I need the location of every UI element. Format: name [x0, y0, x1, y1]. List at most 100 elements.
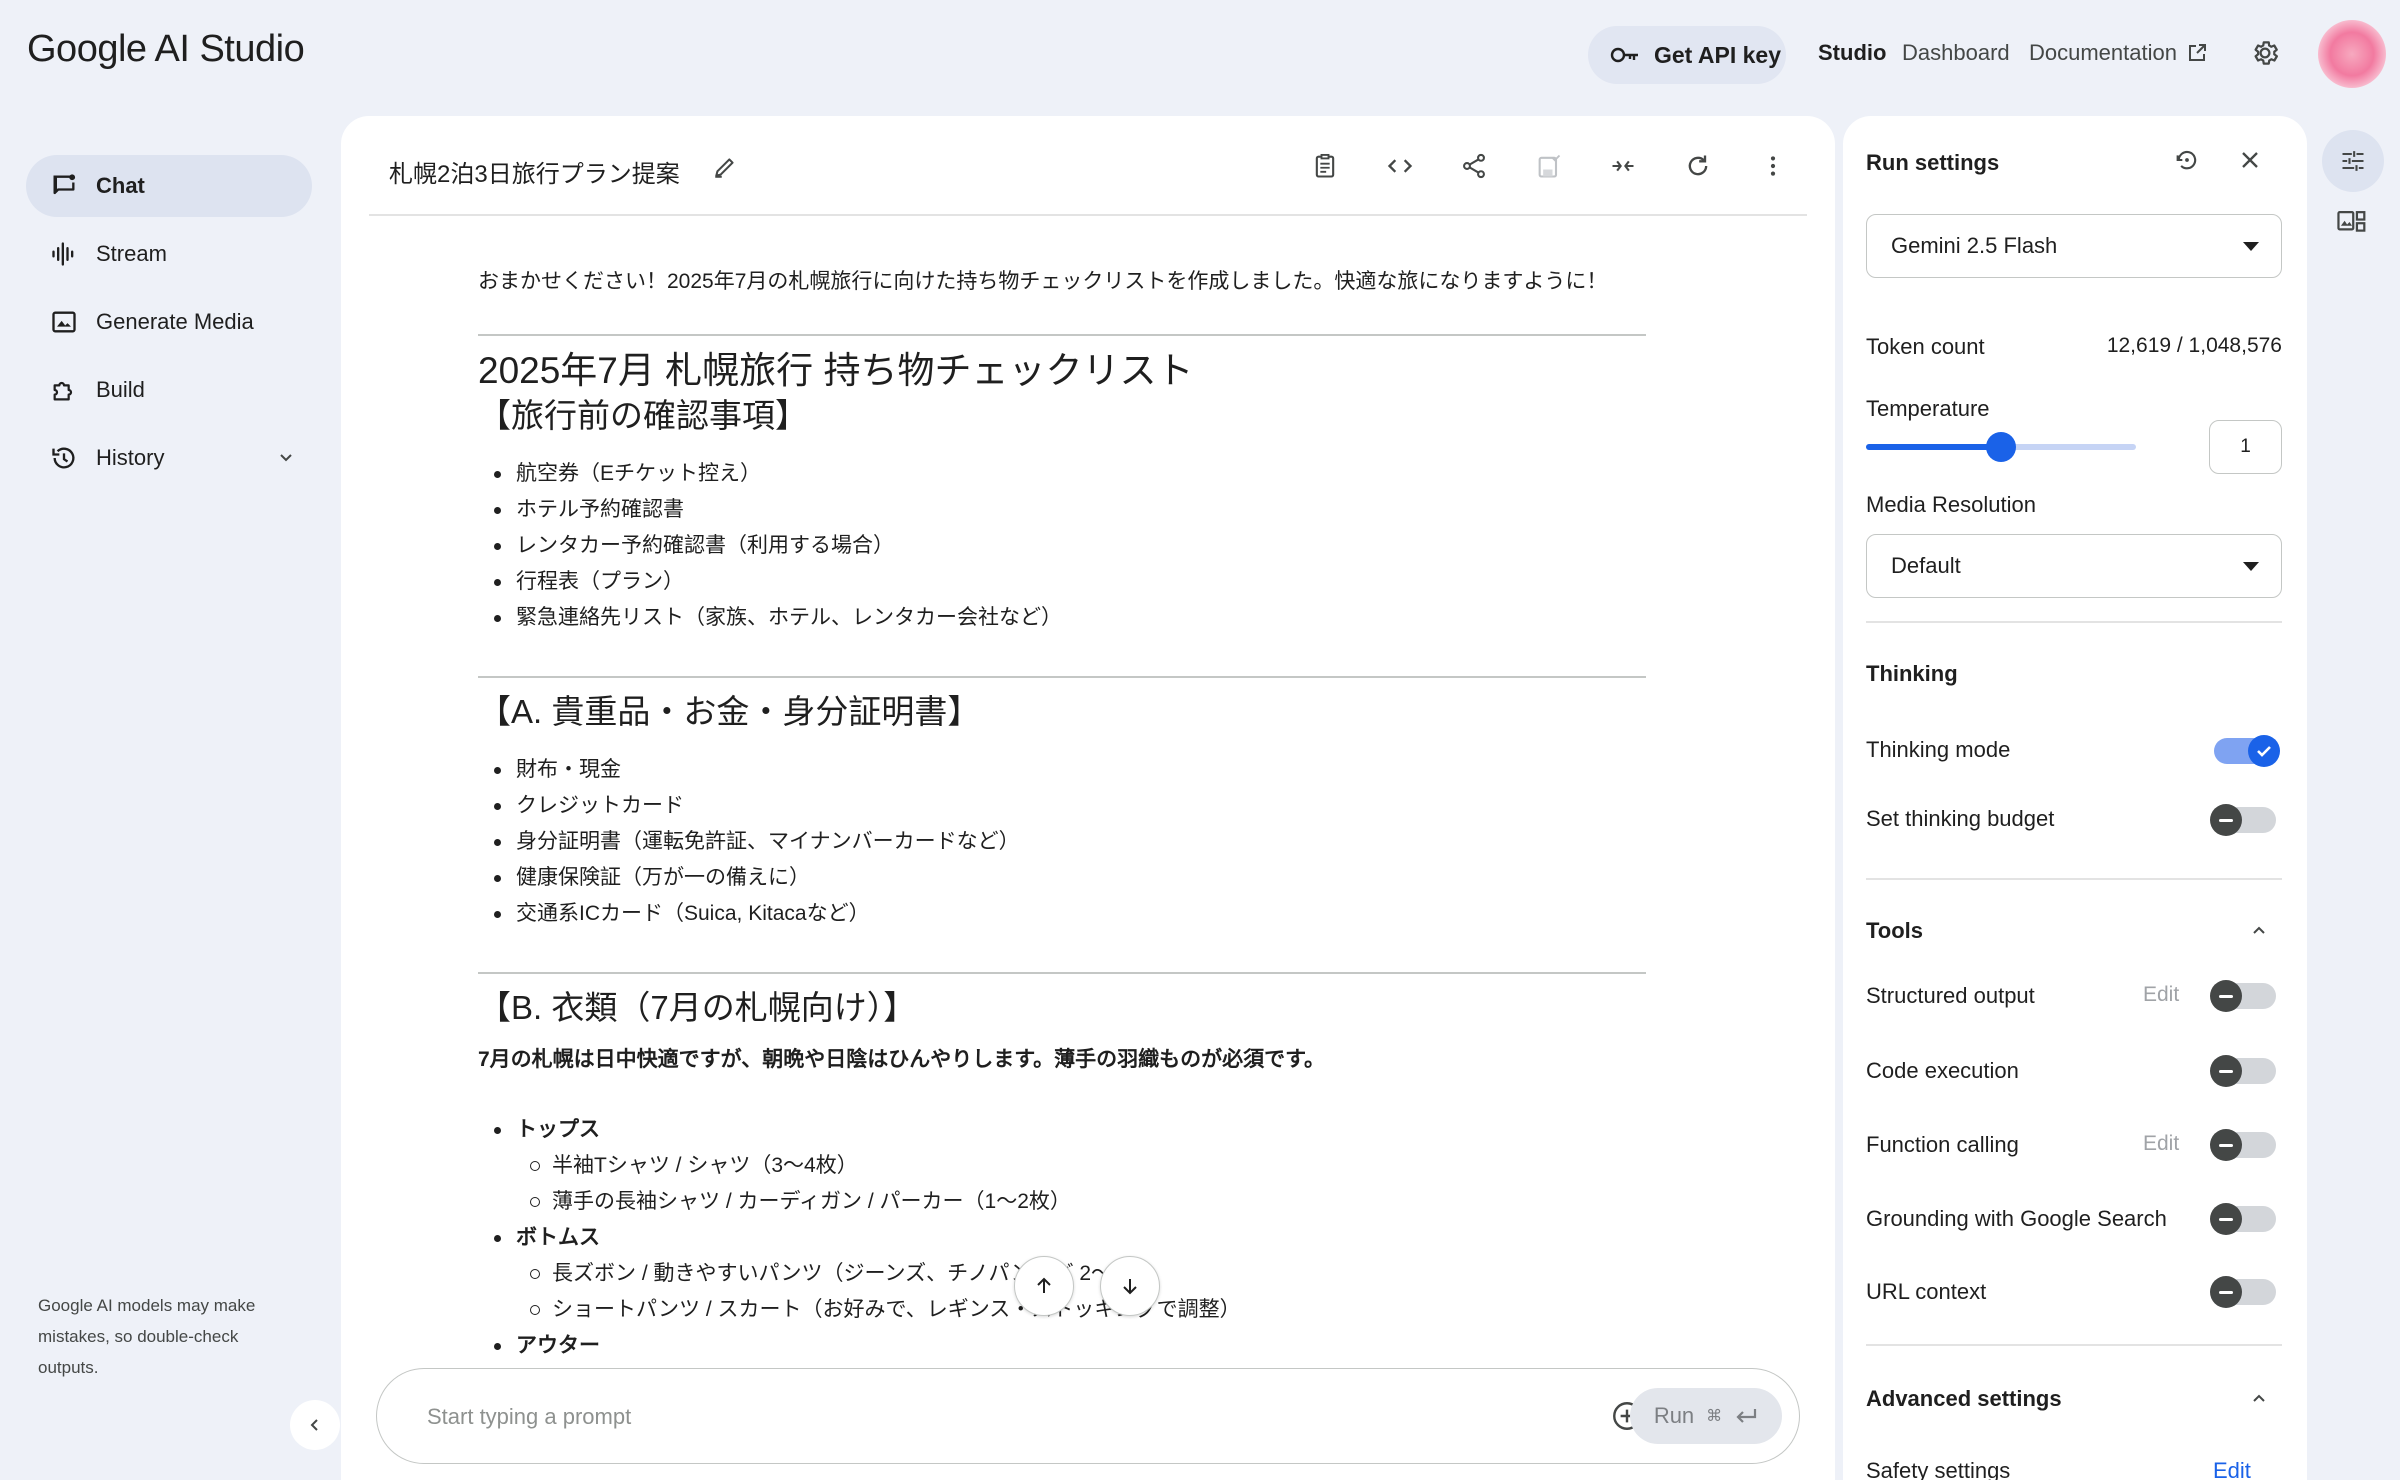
compare-icon[interactable]	[1609, 152, 1637, 180]
response-intro: おまかせください！2025年7月の札幌旅行に向けた持ち物チェックリストを作成しま…	[478, 270, 1608, 293]
run-settings-title: Run settings	[1866, 150, 2000, 175]
sidebar-item-generate-media[interactable]: Generate Media	[26, 291, 312, 353]
media-resolution-value: Default	[1891, 553, 1961, 578]
thinking-section-title: Thinking	[1866, 661, 1958, 686]
tool-grounding-label: Grounding with Google Search	[1866, 1206, 2167, 1231]
gallery-icon[interactable]	[2336, 208, 2368, 236]
toggle-knob	[2210, 1129, 2242, 1161]
sub-list-item: 薄手の長袖シャツ / カーディガン / パーカー（1〜2枚）	[478, 1184, 1646, 1220]
chevron-up-icon[interactable]	[2249, 920, 2269, 940]
list-group-label: トップス	[478, 1112, 1646, 1148]
bullet-list: トップス	[478, 1112, 1646, 1148]
list-item: ホテル予約確認書	[478, 492, 1646, 528]
sidebar-item-chat[interactable]: Chat	[26, 155, 312, 217]
toggle-knob	[2248, 735, 2280, 767]
divider	[478, 972, 1646, 974]
nav-documentation[interactable]: Documentation	[2029, 40, 2207, 66]
sidebar-item-history[interactable]: History	[26, 427, 296, 489]
close-icon[interactable]	[2236, 146, 2264, 174]
reset-settings-icon[interactable]	[2173, 146, 2201, 174]
thinking-budget-label: Set thinking budget	[1866, 806, 2055, 831]
run-button[interactable]: Run ⌘	[1630, 1388, 1782, 1444]
list-item: 交通系ICカード（Suica, Kitacaなど）	[478, 896, 1646, 932]
more-options-icon[interactable]	[1759, 152, 1787, 180]
bullet-list: 財布・現金 クレジットカード 身分証明書（運転免許証、マイナンバーカードなど） …	[478, 752, 1646, 932]
nav-dashboard[interactable]: Dashboard	[1902, 40, 2010, 66]
code-icon[interactable]	[1386, 152, 1414, 180]
temperature-slider[interactable]	[1866, 432, 2136, 462]
temperature-slider-handle[interactable]	[1986, 432, 2016, 462]
enter-key-icon	[1734, 1406, 1758, 1426]
safety-settings-label: Safety settings	[1866, 1458, 2011, 1480]
run-label: Run	[1653, 1403, 1695, 1428]
key-icon	[1610, 46, 1640, 64]
run-settings-panel: Run settings Gemini 2.5 Flash Token coun…	[1843, 116, 2307, 1480]
nav-studio[interactable]: Studio	[1818, 40, 1886, 66]
model-selector[interactable]: Gemini 2.5 Flash	[1866, 214, 2282, 278]
temperature-label: Temperature	[1866, 396, 1990, 421]
temperature-slider-fill	[1866, 444, 2001, 450]
chat-panel: 札幌2泊3日旅行プラン提案 おまかせください！2025年7月の札幌旅行に向けた持…	[341, 116, 1835, 1480]
settings-gear-icon[interactable]	[2250, 38, 2280, 68]
app-logo[interactable]: Google AI Studio	[27, 28, 305, 71]
share-icon[interactable]	[1460, 152, 1488, 180]
list-item: 航空券（Eチケット控え）	[478, 456, 1646, 492]
toggle-knob	[2210, 1203, 2242, 1235]
advanced-settings-title: Advanced settings	[1866, 1386, 2062, 1411]
tool-function-calling-label: Function calling	[1866, 1132, 2019, 1157]
structured-output-toggle[interactable]	[2210, 980, 2276, 1012]
sidebar-item-label: Stream	[96, 241, 167, 266]
token-count-value: 12,619 / 1,048,576	[2106, 334, 2282, 357]
sidebar-item-stream[interactable]: Stream	[26, 223, 312, 285]
list-item: 行程表（プラン）	[478, 564, 1646, 600]
collapse-sidebar-button[interactable]	[290, 1400, 340, 1450]
toggle-knob	[2210, 980, 2242, 1012]
bullet-list: ボトムス	[478, 1220, 1646, 1256]
media-resolution-selector[interactable]: Default	[1866, 534, 2282, 598]
edit-title-pencil-icon[interactable]	[712, 154, 738, 180]
temperature-input[interactable]: 1	[2209, 420, 2282, 474]
chat-title: 札幌2泊3日旅行プラン提案	[389, 161, 680, 188]
list-item: 健康保険証（万が一の備えに）	[478, 860, 1646, 896]
section-note: 7月の札幌は日中快適ですが、朝晩や日陰はひんやりします。薄手の羽織ものが必須です…	[478, 1048, 1326, 1071]
scroll-down-button[interactable]	[1100, 1256, 1160, 1316]
function-calling-edit-link[interactable]: Edit	[2143, 1132, 2179, 1156]
sidebar-item-build[interactable]: Build	[26, 359, 312, 421]
thinking-budget-toggle[interactable]	[2210, 804, 2276, 836]
run-shortcut: ⌘	[1706, 1408, 1723, 1425]
thinking-mode-label: Thinking mode	[1866, 737, 2011, 762]
divider	[1866, 878, 2282, 880]
url-context-toggle[interactable]	[2210, 1276, 2276, 1308]
tune-icon	[2339, 147, 2367, 175]
function-calling-toggle[interactable]	[2210, 1129, 2276, 1161]
get-api-key-label: Get API key	[1654, 41, 1781, 68]
stream-icon	[50, 240, 78, 268]
list-group-label: アウター	[478, 1328, 1646, 1364]
grounding-toggle[interactable]	[2210, 1203, 2276, 1235]
save-drive-icon[interactable]	[1535, 152, 1563, 180]
refresh-icon[interactable]	[1684, 152, 1712, 180]
code-execution-toggle[interactable]	[2210, 1055, 2276, 1087]
tool-code-execution-label: Code execution	[1866, 1058, 2019, 1083]
sidebar-item-label: History	[96, 445, 165, 470]
tool-url-context-label: URL context	[1866, 1279, 1987, 1304]
toggle-knob	[2210, 1276, 2242, 1308]
structured-output-edit-link[interactable]: Edit	[2143, 983, 2179, 1007]
title-divider	[369, 214, 1807, 216]
thinking-mode-toggle[interactable]	[2214, 735, 2280, 767]
clipboard-icon[interactable]	[1311, 152, 1339, 180]
scroll-up-button[interactable]	[1014, 1256, 1074, 1316]
prompt-input[interactable]	[427, 1397, 1427, 1437]
media-resolution-label: Media Resolution	[1866, 492, 2036, 517]
chevron-left-icon	[305, 1415, 325, 1435]
build-icon	[50, 376, 78, 404]
chevron-up-icon[interactable]	[2249, 1388, 2269, 1408]
safety-settings-edit-link[interactable]: Edit	[2213, 1458, 2251, 1480]
user-avatar[interactable]	[2318, 20, 2386, 88]
get-api-key-button[interactable]: Get API key	[1588, 26, 1786, 84]
toggle-knob	[2210, 1055, 2242, 1087]
list-group-label: ボトムス	[478, 1220, 1646, 1256]
sidebar-item-label: Chat	[96, 173, 145, 198]
run-settings-toggle-button[interactable]	[2322, 130, 2384, 192]
section-heading: 【A. 貴重品・お金・身分証明書】	[478, 693, 981, 730]
